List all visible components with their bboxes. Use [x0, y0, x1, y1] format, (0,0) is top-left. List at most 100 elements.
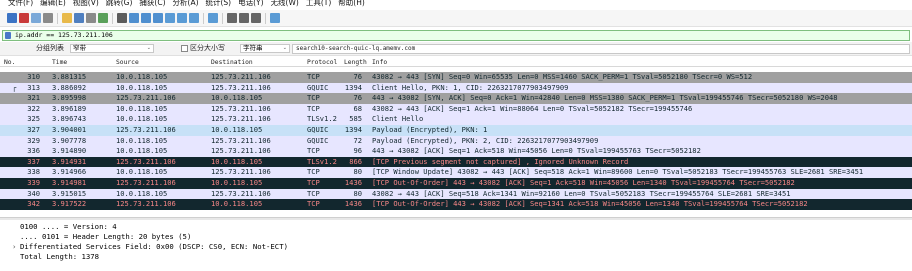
- find-packet-icon[interactable]: [117, 13, 127, 23]
- packet-row[interactable]: 339 3.914981 125.73.211.106 10.0.118.105 TCP…: [0, 178, 912, 189]
- column-header-info[interactable]: Info: [372, 58, 387, 67]
- packet-length: 585: [349, 114, 362, 124]
- column-header-destination[interactable]: Destination: [211, 58, 253, 67]
- search-input[interactable]: search10-search-quic-lq.amemv.com: [292, 44, 910, 54]
- packet-protocol: TCP: [307, 103, 320, 113]
- save-file-icon[interactable]: [74, 13, 84, 23]
- filter-bookmark-icon[interactable]: [5, 32, 11, 39]
- packet-destination: 10.0.118.105: [211, 93, 263, 103]
- zoom-in-icon[interactable]: [227, 13, 237, 23]
- restart-capture-icon[interactable]: [31, 13, 41, 23]
- packet-number: 336: [27, 146, 40, 156]
- reload-icon[interactable]: [98, 13, 108, 23]
- packet-number: 327: [27, 125, 40, 134]
- menu-item-10[interactable]: 帮助(H): [335, 0, 369, 7]
- menu-item-8[interactable]: 无线(W): [268, 0, 303, 7]
- packet-info: 43082 → 443 [SYN] Seq=0 Win=65535 Len=0 …: [372, 72, 753, 81]
- menu-item-1[interactable]: 编辑(E): [37, 0, 70, 7]
- packet-row[interactable]: 310 3.881315 10.0.118.105 125.73.211.106 TCP…: [0, 72, 912, 83]
- charset-dropdown-value: 窄带: [73, 44, 86, 52]
- packet-protocol: TCP: [307, 167, 320, 177]
- packet-source: 10.0.118.105: [116, 82, 168, 92]
- resize-columns-icon[interactable]: [270, 13, 280, 23]
- zoom-out-icon[interactable]: [239, 13, 249, 23]
- packet-info: 43082 → 443 [ACK] Seq=518 Ack=1341 Win=9…: [372, 188, 791, 198]
- packet-source: 10.0.118.105: [116, 167, 168, 177]
- menu-item-0[interactable]: 文件(F): [0, 0, 37, 7]
- packet-row[interactable]: 329 3.907778 10.0.118.105 125.73.211.106 GQU…: [0, 135, 912, 147]
- display-filter-bar[interactable]: ip.addr == 125.73.211.106: [2, 30, 910, 41]
- packet-info: Client Hello: [372, 114, 424, 124]
- auto-scroll-icon[interactable]: [189, 13, 199, 23]
- find-packet-bar: 分组列表 窄带 ⌄ 区分大小写 字符串 ⌄ search10-search-qu…: [0, 42, 912, 56]
- packet-row[interactable]: 322 3.896189 10.0.118.105 125.73.211.106 TCP…: [0, 103, 912, 115]
- charset-dropdown[interactable]: 窄带 ⌄: [70, 44, 154, 53]
- packet-source: 125.73.211.106: [116, 178, 176, 187]
- shark-fin-start-icon[interactable]: [7, 13, 17, 23]
- packet-time: 3.896743: [52, 114, 87, 124]
- packet-info: Payload (Encrypted), PKN: 1: [372, 125, 488, 134]
- packet-row[interactable]: 321 3.895998 125.73.211.106 10.0.118.105 TCP…: [0, 93, 912, 104]
- search-type-value: 字符串: [243, 44, 263, 52]
- packet-info: 443 → 43082 [SYN, ACK] Seq=0 Ack=1 Win=4…: [372, 93, 838, 103]
- go-forward-icon[interactable]: [141, 13, 151, 23]
- go-to-packet-icon[interactable]: [153, 13, 163, 23]
- packet-list-header: No. Time Source Destination Protocol Len…: [0, 58, 912, 67]
- packet-number: 337: [27, 156, 40, 166]
- case-sensitive-label: 区分大小写: [190, 44, 225, 52]
- detail-line[interactable]: .... 0101 = Header Length: 20 bytes (5): [20, 232, 191, 242]
- menu-item-5[interactable]: 分析(A): [170, 0, 203, 7]
- menu-item-7[interactable]: 电话(Y): [235, 0, 267, 7]
- packet-time: 3.881315: [52, 72, 87, 81]
- menu-item-4[interactable]: 捕获(C): [136, 0, 169, 7]
- search-type-dropdown[interactable]: 字符串 ⌄: [240, 44, 290, 53]
- packet-row[interactable]: 327 3.904001 125.73.211.106 10.0.118.105 GQU…: [0, 125, 912, 136]
- packet-row[interactable]: 325 3.896743 10.0.118.105 125.73.211.106 TLS…: [0, 114, 912, 125]
- menu-item-2[interactable]: 视图(V): [70, 0, 103, 7]
- go-last-icon[interactable]: [177, 13, 187, 23]
- packet-source: 10.0.118.105: [116, 103, 168, 113]
- go-back-icon[interactable]: [129, 13, 139, 23]
- column-header-source[interactable]: Source: [116, 58, 139, 67]
- capture-options-icon[interactable]: [43, 13, 53, 23]
- packet-row[interactable]: 342 3.917522 125.73.211.106 10.0.118.105 TCP…: [0, 199, 912, 210]
- packet-length: 68: [353, 103, 362, 113]
- close-file-icon[interactable]: [86, 13, 96, 23]
- packet-row[interactable]: ┌ 313 3.886092 10.0.118.105 125.73.211.106 GQ…: [0, 82, 912, 94]
- detail-line[interactable]: Total Length: 1378: [20, 252, 100, 262]
- packet-info: [TCP Out-Of-Order] 443 → 43082 [ACK] Seq…: [372, 178, 795, 187]
- packet-time: 3.914890: [52, 146, 87, 156]
- packet-list-scope-label[interactable]: 分组列表: [36, 44, 64, 53]
- case-sensitive-checkbox[interactable]: [181, 45, 188, 52]
- column-header-protocol[interactable]: Protocol: [307, 58, 337, 67]
- detail-line[interactable]: › Differentiated Services Field: 0x00 (DS…: [12, 242, 288, 252]
- column-header-length[interactable]: Length: [344, 58, 367, 67]
- menu-item-9[interactable]: 工具(T): [303, 0, 335, 7]
- open-file-icon[interactable]: [62, 13, 72, 23]
- packet-length: 1394: [344, 125, 362, 134]
- zoom-normal-icon[interactable]: [251, 13, 261, 23]
- packet-destination: 125.73.211.106: [211, 72, 271, 81]
- packet-destination: 125.73.211.106: [211, 135, 271, 145]
- column-header-time[interactable]: Time: [52, 58, 67, 67]
- toolbar-separator: [222, 13, 223, 24]
- detail-text: Total Length: 1378: [20, 252, 100, 261]
- go-first-icon[interactable]: [165, 13, 175, 23]
- packet-protocol: TCP: [307, 93, 320, 103]
- stop-capture-icon[interactable]: [19, 13, 29, 23]
- menu-item-6[interactable]: 统计(S): [203, 0, 236, 7]
- display-filter-input[interactable]: ip.addr == 125.73.211.106: [15, 31, 113, 40]
- packet-info: [TCP Window Update] 43082 → 443 [ACK] Se…: [372, 167, 864, 177]
- packet-list[interactable]: 310 3.881315 10.0.118.105 125.73.211.106 TCP…: [0, 67, 912, 217]
- packet-length: 76: [353, 93, 362, 103]
- detail-line[interactable]: 0100 .... = Version: 4: [20, 222, 117, 232]
- packet-row[interactable]: 337 3.914931 125.73.211.106 10.0.118.105 TLS…: [0, 156, 912, 168]
- packet-row[interactable]: 338 3.914966 10.0.118.105 125.73.211.106 TCP…: [0, 167, 912, 178]
- packet-row[interactable]: 340 3.915015 10.0.118.105 125.73.211.106 TCP…: [0, 188, 912, 200]
- expand-arrow-icon[interactable]: ›: [12, 242, 20, 252]
- packet-row[interactable]: 336 3.914890 10.0.118.105 125.73.211.106 TCP…: [0, 146, 912, 157]
- menu-item-3[interactable]: 跳转(G): [103, 0, 137, 7]
- menu-bar: 文件(F) 编辑(E) 视图(V) 跳转(G) 捕获(C) 分析(A) 统计(S) 电话(Y)…: [0, 0, 912, 9]
- column-header-no[interactable]: No.: [4, 58, 15, 67]
- colorize-icon[interactable]: [208, 13, 218, 23]
